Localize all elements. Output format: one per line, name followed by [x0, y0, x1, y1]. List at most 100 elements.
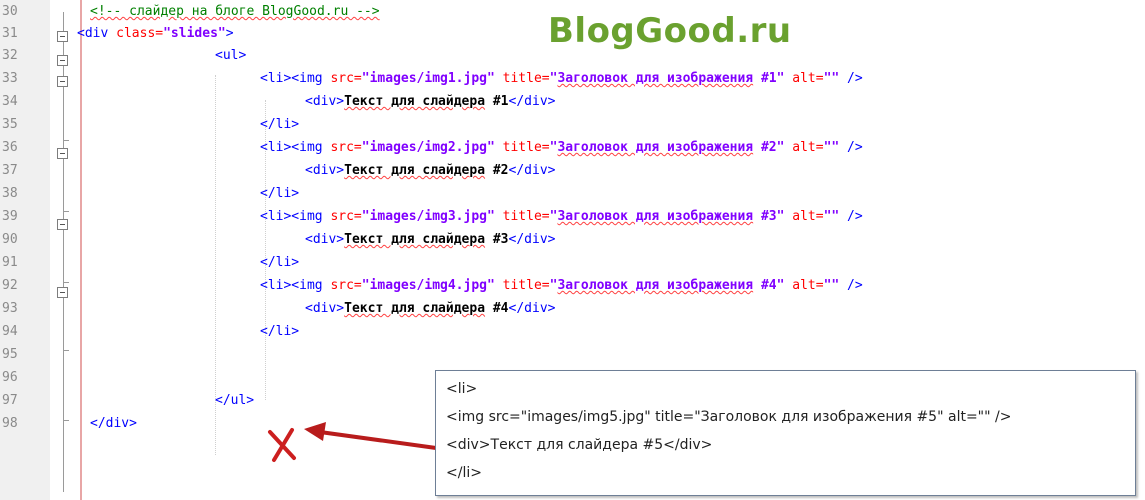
fold-end-tick — [63, 350, 69, 351]
line-number: 38 — [2, 186, 18, 201]
code-line-li-img: <li><img src="images/img4.jpg" title="За… — [260, 276, 863, 296]
attr-token: src= — [330, 209, 362, 224]
attr-token: alt= — [784, 71, 824, 86]
text-token: #1 — [485, 94, 509, 109]
line-number: 32 — [2, 48, 18, 63]
tag-token: <div> — [305, 163, 345, 178]
code-line-ul-open: <ul> — [215, 48, 247, 63]
line-number: 95 — [2, 347, 18, 362]
line-number: 98 — [2, 416, 18, 431]
value-token: "images/img4.jpg" — [361, 278, 495, 293]
line-number: 39 — [2, 209, 18, 224]
code-line-div-text: <div>Текст для слайдера #4</div> — [305, 299, 555, 319]
attr-token: src= — [330, 278, 362, 293]
tag-token: <div> — [305, 301, 345, 316]
text-token: Текст для слайдера — [344, 232, 486, 247]
edit-margin-line — [80, 0, 82, 500]
tag-token: <div> — [305, 232, 345, 247]
tag-token: /> — [839, 278, 863, 293]
value-token: #4" — [753, 278, 785, 293]
red-x-icon — [268, 428, 296, 462]
code-line-li-img: <li><img src="images/img1.jpg" title="За… — [260, 69, 863, 89]
tag-token: <li><img — [260, 209, 331, 224]
attr-token: title= — [494, 71, 550, 86]
line-number: 35 — [2, 117, 18, 132]
text-token: Текст для слайдера — [344, 163, 486, 178]
fold-end-tick — [63, 420, 69, 421]
value-token: Заголовок для изображения — [557, 278, 754, 293]
code-line-div-text: <div>Текст для слайдера #1</div> — [305, 92, 555, 112]
code-line-comment: <!-- слайдер на блоге BlogGood.ru --> — [90, 2, 380, 22]
text-token: #3 — [485, 232, 509, 247]
attr-token: title= — [494, 278, 550, 293]
code-line-li-close: </li> — [260, 117, 300, 132]
value-token: "images/img1.jpg" — [361, 71, 495, 86]
tag-token: </div> — [508, 232, 556, 247]
tag-token: </div> — [508, 163, 556, 178]
fold-end-tick — [63, 140, 69, 141]
text-token: #4 — [485, 301, 509, 316]
line-number: 34 — [2, 94, 18, 109]
value-token: "" — [823, 71, 840, 86]
tag-token: <li><img — [260, 71, 331, 86]
attr-token: src= — [330, 140, 362, 155]
value-token: #3" — [753, 209, 785, 224]
code-line-div-text: <div>Текст для слайдера #3</div> — [305, 230, 555, 250]
code-snippet-popup: <li> <img src="images/img5.jpg" title="З… — [435, 370, 1136, 496]
text-token: #2 — [485, 163, 509, 178]
line-number: 94 — [2, 324, 18, 339]
fold-toggle-icon[interactable] — [57, 55, 68, 66]
value-token: #1" — [753, 71, 785, 86]
attr-token: alt= — [784, 140, 824, 155]
value-token: Заголовок для изображения — [557, 140, 754, 155]
value-token: Заголовок для изображения — [557, 209, 754, 224]
value-token: Заголовок для изображения — [557, 71, 754, 86]
attr-token: src= — [330, 71, 362, 86]
value-token: "" — [823, 140, 840, 155]
value-token: "images/img2.jpg" — [361, 140, 495, 155]
popup-line: </li> — [446, 465, 482, 481]
line-number: 30 — [2, 4, 18, 19]
attr-token: class= — [116, 26, 164, 41]
value-token: "images/img3.jpg" — [361, 209, 495, 224]
code-line-div-close: </div> — [90, 416, 137, 431]
popup-line: <img src="images/img5.jpg" title="Заголо… — [446, 409, 1012, 425]
fold-end-tick — [63, 282, 69, 283]
text-token: Текст для слайдера — [344, 301, 486, 316]
line-number: 37 — [2, 163, 18, 178]
brand-logo: BlogGood.ru — [548, 11, 792, 51]
line-number: 96 — [2, 370, 18, 385]
fold-toggle-icon[interactable] — [57, 148, 68, 159]
tag-token: /> — [839, 71, 863, 86]
code-line-ul-close: </ul> — [215, 393, 255, 408]
fold-toggle-icon[interactable] — [57, 31, 68, 42]
value-token: #2" — [753, 140, 785, 155]
popup-line: <li> — [446, 381, 478, 397]
red-arrow-icon — [268, 422, 437, 462]
text-token: Текст для слайдера — [344, 94, 486, 109]
code-line-div-text: <div>Текст для слайдера #2</div> — [305, 161, 555, 181]
tag-token: /> — [839, 140, 863, 155]
code-line-li-img: <li><img src="images/img2.jpg" title="За… — [260, 138, 863, 158]
attr-token: alt= — [784, 278, 824, 293]
tag-token: > — [225, 26, 234, 41]
code-line-li-close: </li> — [260, 186, 300, 201]
value-token: "" — [823, 278, 840, 293]
fold-toggle-icon[interactable] — [57, 76, 68, 87]
fold-toggle-icon[interactable] — [57, 287, 68, 298]
tag-token: /> — [839, 209, 863, 224]
line-number: 33 — [2, 71, 18, 86]
line-number: 93 — [2, 301, 18, 316]
line-number: 91 — [2, 255, 18, 270]
tag-token: </div> — [508, 301, 556, 316]
fold-toggle-icon[interactable] — [57, 219, 68, 230]
line-number: 31 — [2, 26, 18, 41]
tag-token: <li><img — [260, 278, 331, 293]
line-number: 97 — [2, 393, 18, 408]
tag-token: </div> — [508, 94, 556, 109]
tag-token: <div — [77, 26, 117, 41]
tag-token: <div> — [305, 94, 345, 109]
value-token: "" — [823, 209, 840, 224]
html-comment: <!-- слайдер на блоге BlogGood.ru --> — [90, 4, 380, 19]
line-number: 92 — [2, 278, 18, 293]
